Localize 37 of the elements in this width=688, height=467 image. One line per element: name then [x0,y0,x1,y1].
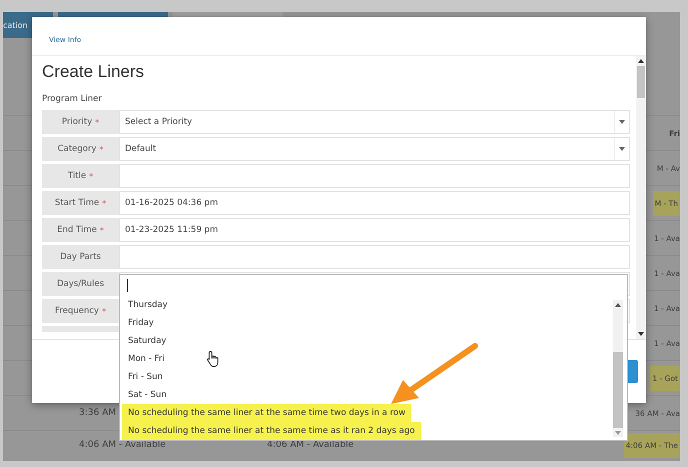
scroll-down-icon [615,431,621,435]
scrollbar-thumb[interactable] [613,352,623,428]
caret-icon [619,147,625,151]
input-field[interactable]: 01-16-2025 04:36 pm [119,191,630,215]
table-cell: 4:06 AM - Available [79,440,166,450]
scrollbar[interactable] [636,56,646,339]
section-label: Program Liner [42,93,103,105]
input-field[interactable] [119,164,630,188]
input-field[interactable] [119,245,630,269]
field-label: Category * [42,137,119,161]
table-cell: 3:36 AM [79,408,116,418]
list-option[interactable]: Mon - Fri [122,350,171,368]
scrollbar-thumb[interactable] [637,66,645,98]
select-field[interactable]: Select a Priority [119,110,630,134]
field-label: Frequency * [42,299,119,323]
field-label: Days/Rules [42,272,119,296]
list-option[interactable]: Sat - Sun [122,386,173,404]
list-option[interactable]: No scheduling the same liner at the same time as it ran 2 days ago [122,422,421,440]
input-field[interactable]: 01-23-2025 11:59 pm [119,218,630,242]
field-label: Priority * [42,110,119,134]
field-label: Start Time * [42,191,119,215]
scroll-down-icon [638,332,644,336]
list-option[interactable]: Fri - Sun [122,368,169,386]
field-label: End Time * [42,218,119,242]
field-label: Title * [42,164,119,188]
select-field[interactable]: Default [119,137,630,161]
scroll-up-icon [615,303,621,307]
scrollbar[interactable] [613,300,623,437]
dialog-title: Create Liners [42,62,146,82]
list-option[interactable]: No scheduling the same liner at the same time two days in a row [122,404,412,422]
hand-cursor-icon [206,350,220,368]
field-label: Day Parts [42,245,119,269]
caret-icon [619,120,625,124]
list-option[interactable]: Friday [122,314,160,332]
scroll-up-icon [638,59,644,63]
list-option[interactable]: Saturday [122,332,172,350]
list-option[interactable]: Thursday [122,296,174,314]
